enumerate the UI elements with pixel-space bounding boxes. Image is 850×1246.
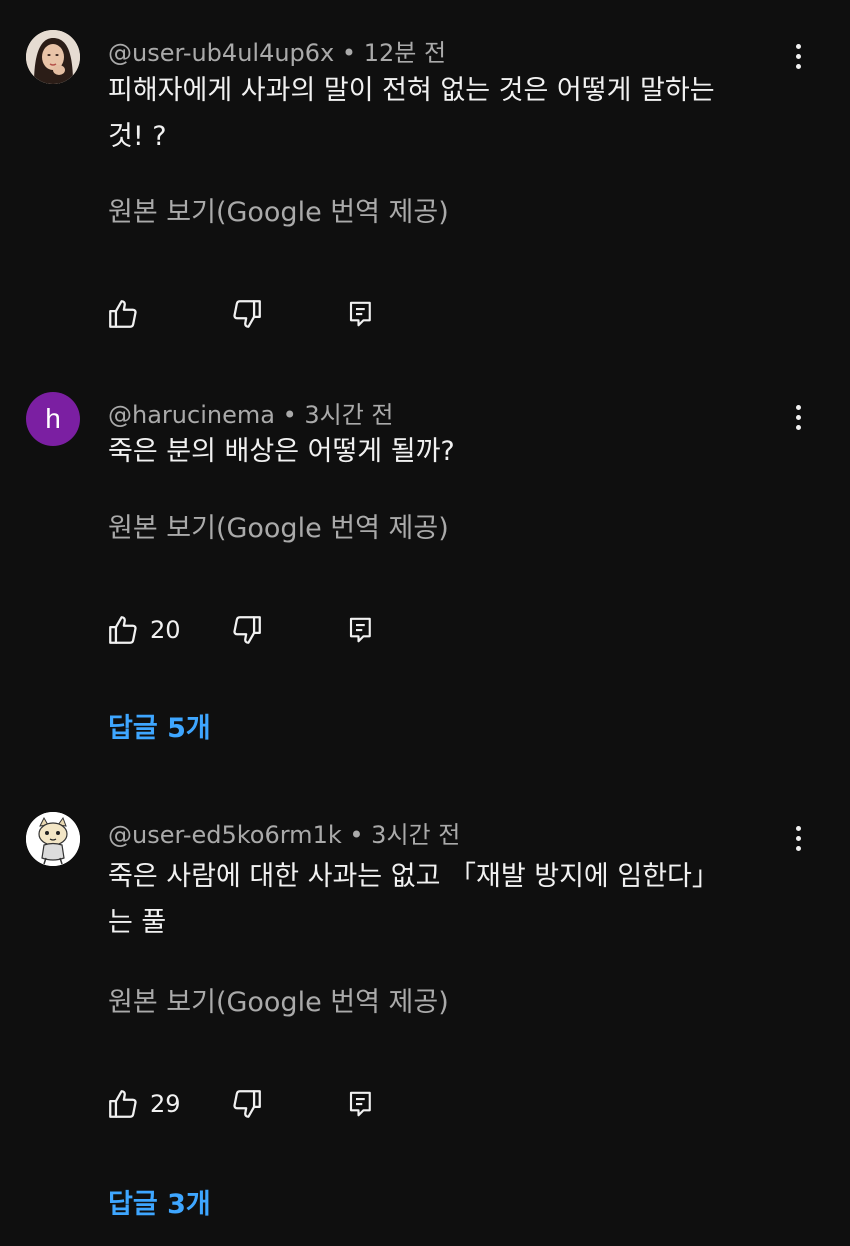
meta-separator: • bbox=[282, 401, 297, 429]
more-options-icon[interactable] bbox=[786, 826, 810, 860]
comment-actions: 20 bbox=[106, 612, 406, 652]
letter-avatar-icon[interactable]: h bbox=[26, 392, 80, 446]
comment-time: 3시간 전 bbox=[304, 401, 394, 429]
more-options-icon[interactable] bbox=[786, 44, 810, 78]
like-button[interactable]: 29 bbox=[106, 1086, 181, 1122]
comment-text: 피해자에게 사과의 말이 전혀 없는 것은 어떻게 말하는 것! ? bbox=[108, 68, 788, 160]
view-original-link[interactable]: 원본 보기(Google 번역 제공) bbox=[108, 190, 449, 229]
dislike-button[interactable] bbox=[230, 296, 264, 332]
comment-actions bbox=[106, 296, 406, 336]
comment-text: 죽은 사람에 대한 사과는 없고 「재발 방지에 임한다」 는 풀 bbox=[108, 854, 788, 946]
view-replies-button[interactable]: 답글 3개 bbox=[108, 1182, 211, 1221]
comment-text-line: 죽은 분의 배상은 어떻게 될까? bbox=[108, 436, 455, 467]
like-button[interactable] bbox=[106, 296, 150, 332]
comment-text: 죽은 분의 배상은 어떻게 될까? bbox=[108, 429, 788, 475]
avatar-letter: h bbox=[45, 403, 61, 434]
comment-meta: @user-ub4ul4up6x • 12분 전 bbox=[108, 33, 446, 68]
comment-text-line: 것! ? bbox=[108, 121, 167, 152]
thumbs-up-icon bbox=[109, 300, 137, 328]
reply-comment-icon bbox=[349, 617, 371, 643]
view-original-link[interactable]: 원본 보기(Google 번역 제공) bbox=[108, 980, 449, 1019]
comment-text-line: 는 풀 bbox=[108, 907, 167, 938]
meta-separator: • bbox=[349, 821, 364, 849]
view-original-link[interactable]: 원본 보기(Google 번역 제공) bbox=[108, 506, 449, 545]
thumbs-up-icon bbox=[109, 1090, 137, 1118]
comment-time: 12분 전 bbox=[363, 39, 447, 67]
view-replies-button[interactable]: 답글 5개 bbox=[108, 706, 211, 745]
photo-avatar-woman-icon[interactable] bbox=[26, 30, 80, 84]
reply-button[interactable] bbox=[346, 612, 376, 648]
comment-text-line: 죽은 사람에 대한 사과는 없고 「재발 방지에 임한다」 bbox=[108, 861, 719, 892]
reply-button[interactable] bbox=[346, 1086, 376, 1122]
comment-author[interactable]: @user-ub4ul4up6x bbox=[108, 39, 334, 67]
more-options-icon[interactable] bbox=[786, 405, 810, 439]
thumbs-up-icon bbox=[109, 616, 137, 644]
comment-actions: 29 bbox=[106, 1086, 406, 1126]
comment-text-line: 피해자에게 사과의 말이 전혀 없는 것은 어떻게 말하는 bbox=[108, 75, 715, 106]
thumbs-down-icon bbox=[233, 300, 261, 328]
comment-author[interactable]: @user-ed5ko6rm1k bbox=[108, 821, 342, 849]
comment-meta: @user-ed5ko6rm1k • 3시간 전 bbox=[108, 815, 460, 850]
comment-author[interactable]: @harucinema bbox=[108, 401, 275, 429]
reply-comment-icon bbox=[349, 1091, 371, 1117]
comment-meta: @harucinema • 3시간 전 bbox=[108, 395, 394, 430]
meta-separator: • bbox=[341, 39, 357, 67]
comment-time: 3시간 전 bbox=[371, 821, 461, 849]
reply-comment-icon bbox=[349, 301, 371, 327]
thumbs-down-icon bbox=[233, 616, 261, 644]
cartoon-cat-avatar-icon[interactable] bbox=[26, 812, 80, 866]
dislike-button[interactable] bbox=[230, 1086, 264, 1122]
like-count: 20 bbox=[150, 616, 181, 644]
thumbs-down-icon bbox=[233, 1090, 261, 1118]
reply-button[interactable] bbox=[346, 296, 376, 332]
like-button[interactable]: 20 bbox=[106, 612, 181, 648]
like-count: 29 bbox=[150, 1090, 181, 1118]
dislike-button[interactable] bbox=[230, 612, 264, 648]
